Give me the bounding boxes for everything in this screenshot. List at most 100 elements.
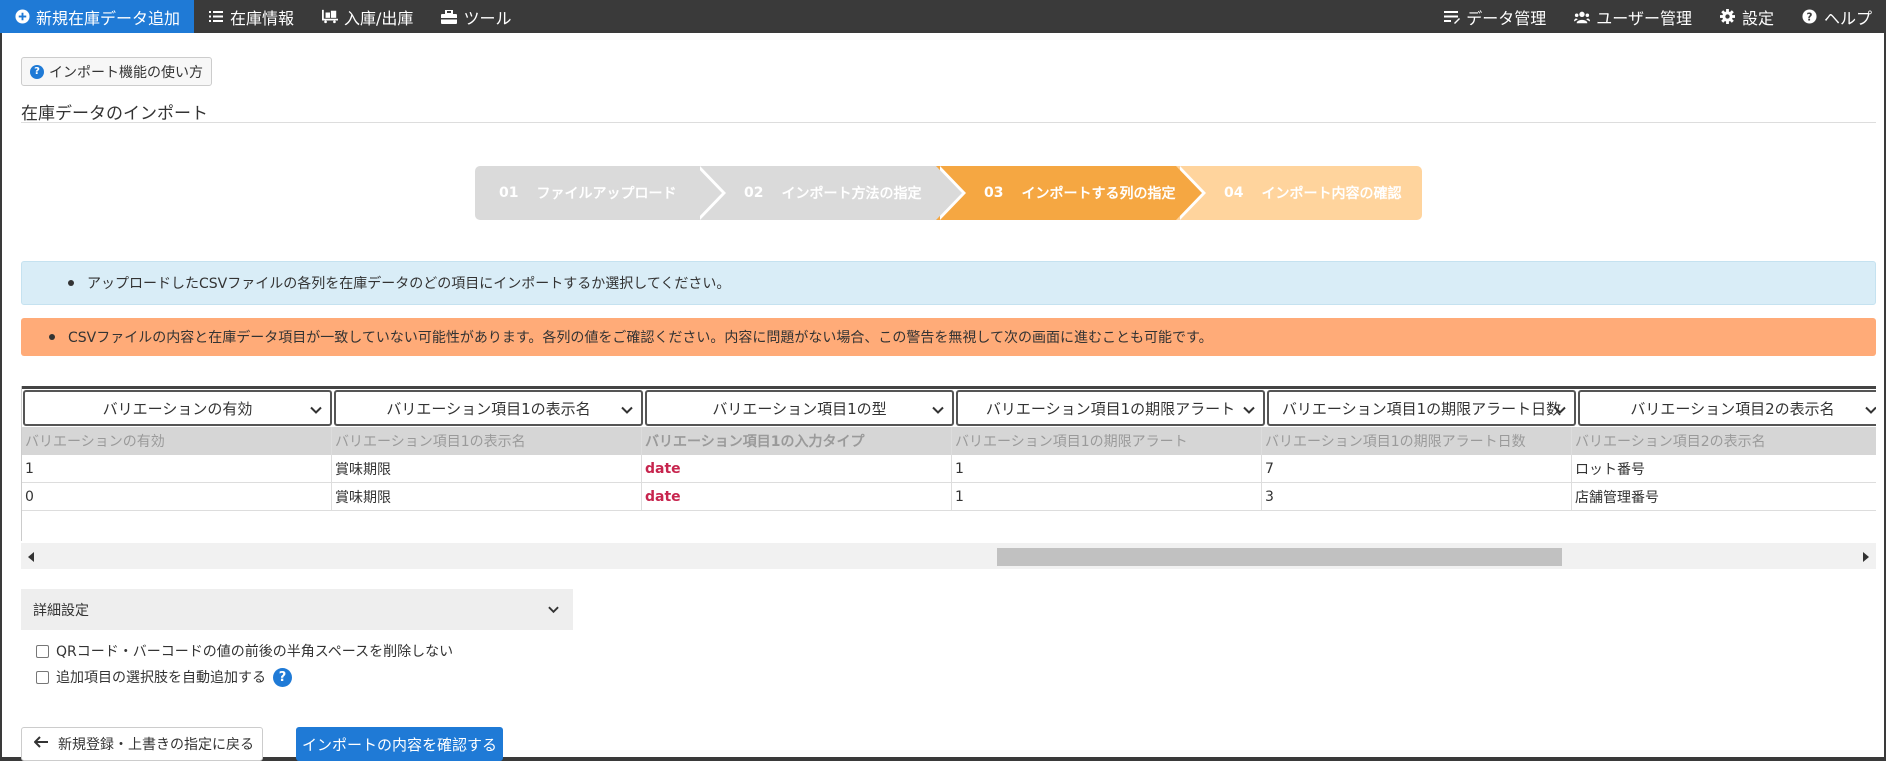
step-number: 03 xyxy=(984,185,1004,201)
step-1: 01 ファイルアップロード xyxy=(475,166,726,220)
step-3-active: 03 インポートする列の指定 xyxy=(936,166,1206,220)
column-select[interactable]: バリエーションの有効 xyxy=(23,390,332,426)
step-label: ファイルアップロード xyxy=(536,186,677,202)
app-frame: 新規在庫データ追加 在庫情報 入庫/出庫 ツール データ管理 ユーザー管理 設定… xyxy=(0,0,1886,761)
column-select[interactable]: バリエーション項目1の表示名 xyxy=(334,390,643,426)
trim-spaces-checkbox[interactable] xyxy=(36,644,49,658)
column-select-row: バリエーションの有効 バリエーション項目1の表示名 バリエーション項目1の型 バ… xyxy=(22,386,1876,427)
svg-text:?: ? xyxy=(1807,11,1813,23)
step-number: 01 xyxy=(499,185,519,201)
chevron-down-icon xyxy=(621,402,633,420)
nav-label: 入庫/出庫 xyxy=(344,8,414,28)
nav-label: ヘルプ xyxy=(1823,8,1872,28)
arrow-left-icon xyxy=(33,736,48,752)
nav-label: 新規在庫データ追加 xyxy=(36,8,181,28)
table-cell: 3 xyxy=(1262,483,1572,510)
confirm-import-button[interactable]: インポートの内容を確認する xyxy=(296,727,503,761)
title-divider xyxy=(21,122,1876,123)
nav-stock-info[interactable]: 在庫情報 xyxy=(194,0,308,33)
header-cell: バリエーションの有効 xyxy=(22,427,332,455)
chevron-down-icon xyxy=(310,402,322,420)
import-help-button[interactable]: ? インポート機能の使い方 xyxy=(21,57,212,86)
table-cell: 0 xyxy=(22,483,332,510)
nav-user-manage[interactable]: ユーザー管理 xyxy=(1560,0,1706,33)
select-value: バリエーションの有効 xyxy=(102,399,253,418)
header-cell: バリエーション項目1の期限アラート日数 xyxy=(1262,427,1572,455)
table-cell: 1 xyxy=(22,455,332,482)
main-content: ? インポート機能の使い方 在庫データのインポート 01 ファイルアップロード … xyxy=(2,33,1884,761)
header-cell: バリエーション項目1の入力タイプ xyxy=(642,427,952,455)
step-label: インポート内容の確認 xyxy=(1261,186,1402,202)
data-manage-icon xyxy=(1444,9,1461,25)
nav-data-manage[interactable]: データ管理 xyxy=(1430,0,1560,33)
nav-settings[interactable]: 設定 xyxy=(1706,0,1788,33)
nav-label: ユーザー管理 xyxy=(1596,8,1692,28)
horizontal-scrollbar[interactable] xyxy=(21,543,1876,569)
chevron-down-icon xyxy=(1243,402,1255,420)
import-steps: 01 ファイルアップロード 02 インポート方法の指定 03 インポートする列の… xyxy=(475,166,1422,220)
table-cell: 7 xyxy=(1262,455,1572,482)
option-auto-add-choices: 追加項目の選択肢を自動追加する ? xyxy=(36,667,292,687)
nav-right-group: データ管理 ユーザー管理 設定 ? ヘルプ xyxy=(1430,0,1886,33)
nav-label: 在庫情報 xyxy=(230,8,295,28)
question-icon: ? xyxy=(30,64,44,79)
nav-in-out[interactable]: 入庫/出庫 xyxy=(308,0,427,33)
confirm-button-label: インポートの内容を確認する xyxy=(301,735,497,754)
table-cell: 1 xyxy=(952,483,1262,510)
nav-tools[interactable]: ツール xyxy=(427,0,525,33)
column-select[interactable]: バリエーション項目2の表示名 xyxy=(1578,390,1876,426)
option-trim-spaces: QRコード・バーコードの値の前後の半角スペースを削除しない xyxy=(36,641,453,661)
select-value: バリエーション項目1の型 xyxy=(712,399,887,418)
pallet-icon xyxy=(322,9,339,25)
nav-help[interactable]: ? ヘルプ xyxy=(1788,0,1886,33)
column-select[interactable]: バリエーション項目1の期限アラート日数 xyxy=(1267,390,1576,426)
chevron-down-icon xyxy=(548,603,559,619)
back-button-label: 新規登録・上書きの指定に戻る xyxy=(58,737,254,753)
header-cell: バリエーション項目2の表示名 xyxy=(1572,427,1876,455)
step-label: インポートする列の指定 xyxy=(1021,186,1176,202)
users-icon xyxy=(1574,9,1591,25)
advanced-settings-toggle[interactable]: 詳細設定 xyxy=(21,589,573,630)
nav-label: データ管理 xyxy=(1466,8,1547,28)
scroll-left-arrow-icon[interactable] xyxy=(27,550,35,566)
header-cell: バリエーション項目1の期限アラート xyxy=(952,427,1262,455)
chevron-down-icon xyxy=(1554,402,1566,420)
plus-circle-icon xyxy=(14,9,30,25)
select-value: バリエーション項目2の表示名 xyxy=(1630,399,1835,418)
header-cell: バリエーション項目1の表示名 xyxy=(332,427,642,455)
chevron-down-icon xyxy=(1865,402,1876,420)
help-button-label: インポート機能の使い方 xyxy=(49,64,203,81)
toolbox-icon xyxy=(441,9,458,25)
select-value: バリエーション項目1の期限アラート xyxy=(985,399,1236,418)
table-cell: 1 xyxy=(952,455,1262,482)
step-4: 04 インポート内容の確認 xyxy=(1176,166,1422,220)
step-number: 02 xyxy=(744,185,764,201)
back-button[interactable]: 新規登録・上書きの指定に戻る xyxy=(21,727,263,761)
nav-new-stock[interactable]: 新規在庫データ追加 xyxy=(0,0,195,33)
table-cell: date xyxy=(642,455,952,482)
page-title: 在庫データのインポート xyxy=(21,104,208,124)
step-number: 04 xyxy=(1224,185,1244,201)
auto-add-choices-checkbox[interactable] xyxy=(36,670,49,684)
table-cell: 賞味期限 xyxy=(332,483,642,510)
top-nav: 新規在庫データ追加 在庫情報 入庫/出庫 ツール データ管理 ユーザー管理 設定… xyxy=(0,0,1886,33)
question-icon[interactable]: ? xyxy=(273,667,292,687)
select-value: バリエーション項目1の期限アラート日数 xyxy=(1281,399,1562,418)
gear-icon xyxy=(1720,9,1736,25)
select-value: バリエーション項目1の表示名 xyxy=(386,399,591,418)
table-cell: 店舗管理番号 xyxy=(1572,483,1876,510)
csv-header-row: バリエーションの有効 バリエーション項目1の表示名 バリエーション項目1の入力タ… xyxy=(22,427,1876,455)
info-alert: アップロードしたCSVファイルの各列を在庫データのどの項目にインポートするか選択… xyxy=(21,261,1876,305)
nav-label: ツール xyxy=(463,8,512,28)
column-select[interactable]: バリエーション項目1の期限アラート xyxy=(956,390,1265,426)
info-alert-text: アップロードしたCSVファイルの各列を在庫データのどの項目にインポートするか選択… xyxy=(87,276,731,292)
table-cell: 賞味期限 xyxy=(332,455,642,482)
step-2: 02 インポート方法の指定 xyxy=(696,166,966,220)
scrollbar-thumb[interactable] xyxy=(997,548,1562,566)
list-icon xyxy=(208,9,224,25)
scroll-right-arrow-icon[interactable] xyxy=(1862,550,1870,566)
option-label: 追加項目の選択肢を自動追加する xyxy=(56,670,266,686)
column-select[interactable]: バリエーション項目1の型 xyxy=(645,390,954,426)
warning-alert: CSVファイルの内容と在庫データ項目が一致していない可能性があります。各列の値を… xyxy=(21,318,1876,356)
nav-label: 設定 xyxy=(1741,8,1774,28)
